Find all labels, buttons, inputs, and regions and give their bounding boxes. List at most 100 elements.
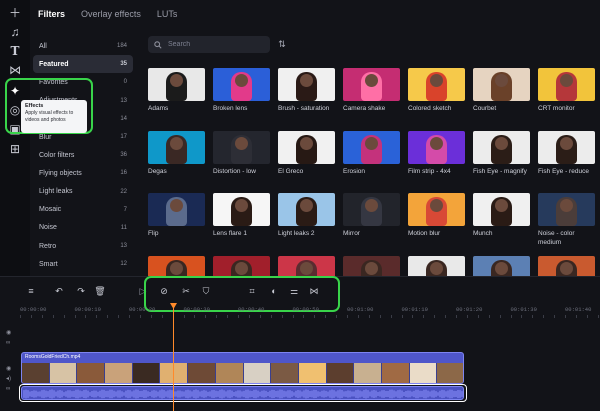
category-count: 36: [120, 152, 127, 159]
speed-icon[interactable]: ◐: [268, 285, 280, 297]
effect-label: Courbet: [473, 105, 497, 112]
effect-tile[interactable]: [148, 256, 205, 276]
category-list: All184Featured35Favorites0Adjustments13A…: [33, 37, 133, 273]
effect-tile[interactable]: Film strip - 4x4: [408, 131, 465, 177]
widgets-icon[interactable]: ⊞: [8, 142, 22, 156]
transition-icon[interactable]: ⋈: [308, 285, 320, 297]
tab-luts[interactable]: LUTs: [157, 9, 178, 19]
delete-icon[interactable]: 🗑: [94, 285, 106, 297]
effects-sparkle-icon[interactable]: ✦: [8, 84, 22, 98]
category-label: All: [39, 42, 47, 50]
effect-tile[interactable]: Fish Eye - reduce: [538, 131, 595, 177]
link-icon[interactable]: ∞: [6, 340, 10, 346]
effect-tile[interactable]: Adams: [148, 68, 205, 114]
effect-label: Colored sketch: [408, 105, 452, 112]
effect-tile[interactable]: Fish Eye - magnify: [473, 131, 530, 177]
effect-tile[interactable]: Courbet: [473, 68, 530, 114]
eye-icon[interactable]: ◉: [6, 329, 11, 336]
portrait-head: [495, 137, 508, 150]
category-item[interactable]: Featured 35: [33, 55, 133, 74]
effect-tile[interactable]: [473, 256, 530, 276]
effect-tile[interactable]: [408, 256, 465, 276]
adjust-tracks-icon[interactable]: ≡: [25, 285, 37, 297]
clip-frame: [132, 363, 161, 383]
effect-tile[interactable]: Distortion - low: [213, 131, 270, 177]
video-clip[interactable]: RoomsGoldFriedCh.mp4: [21, 352, 464, 384]
effect-tile[interactable]: Munch: [473, 193, 530, 239]
settings-sliders-icon[interactable]: ⚌: [288, 285, 300, 297]
clip-frame: [437, 363, 463, 383]
effect-tile[interactable]: [278, 256, 335, 276]
effect-tile[interactable]: Brush - saturation: [278, 68, 335, 114]
effect-tile[interactable]: Light leaks 2: [278, 193, 335, 239]
video-eye-icon[interactable]: ◉: [6, 365, 11, 372]
category-item[interactable]: All 184: [33, 37, 133, 55]
effect-tile[interactable]: Erosion: [343, 131, 400, 177]
effect-tile[interactable]: Mirror: [343, 193, 400, 239]
playhead[interactable]: [173, 305, 174, 411]
effect-label: Fish Eye - magnify: [473, 168, 527, 175]
category-item[interactable]: Color filters 36: [33, 146, 133, 164]
effect-tile[interactable]: [538, 256, 595, 276]
portrait-head: [170, 262, 183, 275]
effect-tile[interactable]: El Greco: [278, 131, 335, 177]
portrait-head: [300, 262, 313, 275]
effect-thumbnail: [343, 193, 400, 226]
undo-icon[interactable]: ↶: [53, 285, 65, 297]
effect-label: Camera shake: [343, 105, 386, 112]
audio-selection: [19, 384, 467, 402]
effect-label: Fish Eye - reduce: [538, 168, 589, 175]
clip-frame: [409, 363, 438, 383]
plus-icon[interactable]: ＋: [8, 6, 22, 20]
crop-icon[interactable]: ⌗: [246, 285, 258, 297]
effect-thumbnail: [408, 131, 465, 164]
category-item[interactable]: Mosaic 7: [33, 201, 133, 219]
effect-tile[interactable]: Noise - color medium: [538, 193, 595, 248]
category-item[interactable]: Flying objects 16: [33, 164, 133, 182]
tab-overlay-effects[interactable]: Overlay effects: [81, 9, 141, 19]
effect-tile[interactable]: Motion blur: [408, 193, 465, 239]
clip-frame: [271, 363, 299, 383]
volume-icon[interactable]: ◂): [6, 375, 11, 382]
effect-tile[interactable]: [213, 256, 270, 276]
clip-frame: [381, 363, 410, 383]
category-item[interactable]: Retro 13: [33, 237, 133, 255]
link-clip-icon[interactable]: ∞: [6, 386, 10, 392]
category-item[interactable]: Light leaks 22: [33, 183, 133, 201]
effect-thumbnail: [343, 131, 400, 164]
category-item[interactable]: Smart 12: [33, 255, 133, 273]
category-item[interactable]: Noise 11: [33, 219, 133, 237]
text-icon[interactable]: T: [8, 44, 22, 58]
effect-tile[interactable]: CRT monitor: [538, 68, 595, 114]
clip-frames: [22, 363, 463, 383]
effect-tile[interactable]: Broken lens: [213, 68, 270, 114]
effect-tabs: Filters Overlay effects LUTs: [38, 6, 177, 22]
effect-tile[interactable]: Degas: [148, 131, 205, 177]
hide-icon[interactable]: ⊘: [158, 285, 170, 297]
play-icon[interactable]: ▷: [137, 285, 149, 297]
mask-icon[interactable]: ⛉: [200, 285, 212, 297]
cut-icon[interactable]: ✂: [180, 285, 192, 297]
layers-icon[interactable]: ▣: [8, 122, 22, 136]
sort-icon[interactable]: ⇅: [276, 38, 288, 50]
effect-tile[interactable]: Colored sketch: [408, 68, 465, 114]
search-box: [148, 36, 270, 53]
effect-thumbnail: [538, 68, 595, 101]
redo-icon[interactable]: ↷: [75, 285, 87, 297]
search-input[interactable]: [168, 41, 258, 48]
effect-tile[interactable]: Lens flare 1: [213, 193, 270, 239]
music-note-icon[interactable]: ♫: [8, 25, 22, 39]
search-icon: [154, 40, 162, 49]
ruler-time-label: 00:00:00: [20, 306, 47, 313]
sticker-icon[interactable]: ◎: [8, 103, 22, 117]
effect-thumbnail: [278, 131, 335, 164]
tab-filters[interactable]: Filters: [38, 9, 65, 19]
effect-tile[interactable]: [343, 256, 400, 276]
clip-name: RoomsGoldFriedCh.mp4: [25, 354, 81, 360]
transitions-icon[interactable]: ⋈: [8, 63, 22, 77]
portrait-head: [170, 137, 183, 150]
category-item[interactable]: Favorites 0: [33, 73, 133, 91]
effect-tile[interactable]: Flip: [148, 193, 205, 239]
ruler-time-label: 00:00:10: [74, 306, 101, 313]
effect-tile[interactable]: Camera shake: [343, 68, 400, 114]
